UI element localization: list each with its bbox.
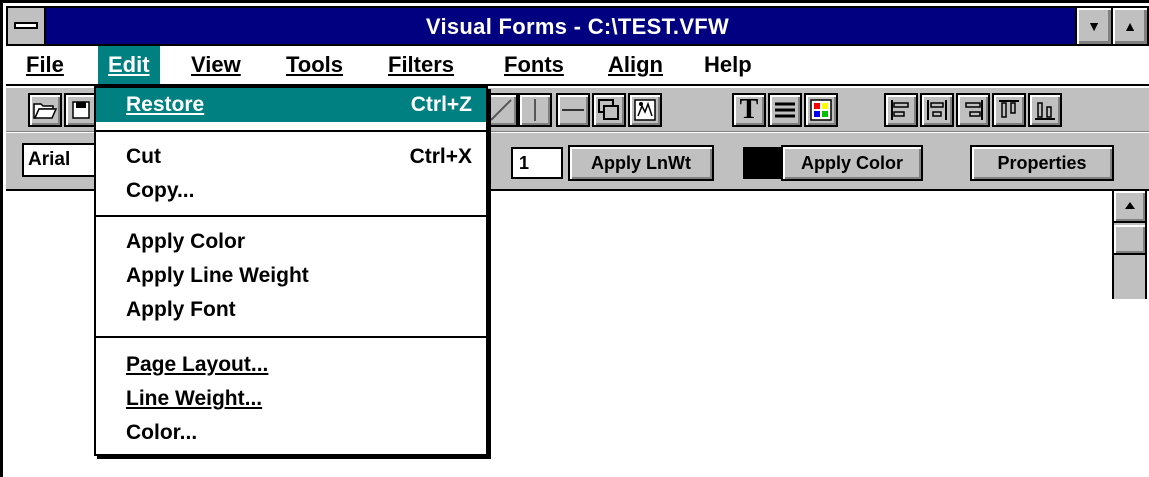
font-select[interactable]: Arial: [22, 143, 102, 177]
menu-separator: [96, 130, 486, 132]
menu-tools[interactable]: Tools: [276, 46, 353, 84]
align-center-icon: [927, 100, 947, 120]
menu-help[interactable]: Help: [694, 46, 762, 84]
menu-item-restore[interactable]: Restore Ctrl+Z: [96, 88, 486, 122]
horizontal-line-button[interactable]: [556, 93, 590, 127]
diagonal-line-icon: [490, 99, 512, 121]
align-center-button[interactable]: [920, 93, 954, 127]
title-bar[interactable]: Visual Forms - C:\TEST.VFW ▼ ▲: [6, 6, 1149, 46]
lines-button[interactable]: [768, 93, 802, 127]
apply-lnwt-button[interactable]: Apply LnWt: [568, 145, 714, 181]
line-weight-input[interactable]: 1: [511, 147, 563, 179]
menu-separator: [96, 336, 486, 338]
align-bottom-icon: [1035, 102, 1055, 120]
menu-item-page-layout[interactable]: Page Layout...: [96, 348, 486, 382]
menu-file[interactable]: File: [16, 46, 74, 84]
horizontal-line-icon: [562, 109, 584, 111]
cut-shortcut: Ctrl+X: [409, 145, 472, 168]
text-icon: T: [739, 94, 759, 125]
maximize-button[interactable]: ▲: [1111, 8, 1147, 44]
vertical-scrollbar[interactable]: [1112, 191, 1147, 299]
apply-color-button[interactable]: Apply Color: [781, 145, 923, 181]
lines-icon: [775, 102, 795, 118]
menu-view[interactable]: View: [181, 46, 251, 84]
vertical-line-icon: [534, 99, 536, 121]
open-folder-button[interactable]: [28, 93, 62, 127]
menu-item-cut[interactable]: Cut Ctrl+X: [96, 140, 486, 174]
align-top-icon: [999, 100, 1019, 118]
image-button[interactable]: [628, 93, 662, 127]
menu-edit[interactable]: Edit: [98, 46, 160, 84]
menu-fonts[interactable]: Fonts: [494, 46, 574, 84]
color-grid-icon: [810, 99, 832, 121]
align-right-button[interactable]: [956, 93, 990, 127]
rectangle-button[interactable]: [592, 93, 626, 127]
menu-item-line-weight[interactable]: Line Weight...: [96, 382, 486, 416]
align-left-icon: [891, 100, 909, 120]
save-icon: [72, 101, 90, 119]
menu-separator: [96, 215, 486, 217]
align-top-button[interactable]: [992, 93, 1026, 127]
vertical-line-button[interactable]: [518, 93, 552, 127]
align-left-button[interactable]: [884, 93, 918, 127]
menu-item-apply-line-weight[interactable]: Apply Line Weight: [96, 259, 486, 293]
open-folder-icon: [33, 103, 57, 119]
menu-align[interactable]: Align: [598, 46, 673, 84]
diagonal-line-button[interactable]: [484, 93, 518, 127]
save-button[interactable]: [64, 93, 98, 127]
window-title: Visual Forms - C:\TEST.VFW: [425, 14, 730, 39]
menu-filters[interactable]: Filters: [378, 46, 464, 84]
menu-item-apply-color[interactable]: Apply Color: [96, 225, 486, 259]
align-right-icon: [965, 100, 983, 120]
current-color-swatch[interactable]: [743, 147, 781, 179]
up-arrow-icon: [1124, 202, 1135, 209]
image-icon: [634, 99, 656, 121]
align-bottom-button[interactable]: [1028, 93, 1062, 127]
menu-item-copy[interactable]: Copy...: [96, 174, 486, 208]
menu-item-apply-font[interactable]: Apply Font: [96, 293, 486, 327]
color-grid-button[interactable]: [804, 93, 838, 127]
minimize-button[interactable]: ▼: [1075, 8, 1111, 44]
rectangle-icon: [598, 99, 619, 120]
scroll-thumb[interactable]: [1114, 225, 1145, 255]
restore-shortcut: Ctrl+Z: [410, 93, 472, 116]
properties-button[interactable]: Properties: [970, 145, 1114, 181]
edit-menu-dropdown: Restore Ctrl+Z Cut Ctrl+X Copy... Apply …: [94, 86, 488, 456]
app-window: Visual Forms - C:\TEST.VFW ▼ ▲ File Edit…: [0, 0, 1149, 477]
menu-item-color[interactable]: Color...: [96, 416, 486, 450]
menu-bar: File Edit View Tools Filters Fonts Align…: [6, 46, 1149, 86]
text-tool-button[interactable]: T: [732, 93, 766, 127]
scroll-up-button[interactable]: [1114, 191, 1145, 223]
